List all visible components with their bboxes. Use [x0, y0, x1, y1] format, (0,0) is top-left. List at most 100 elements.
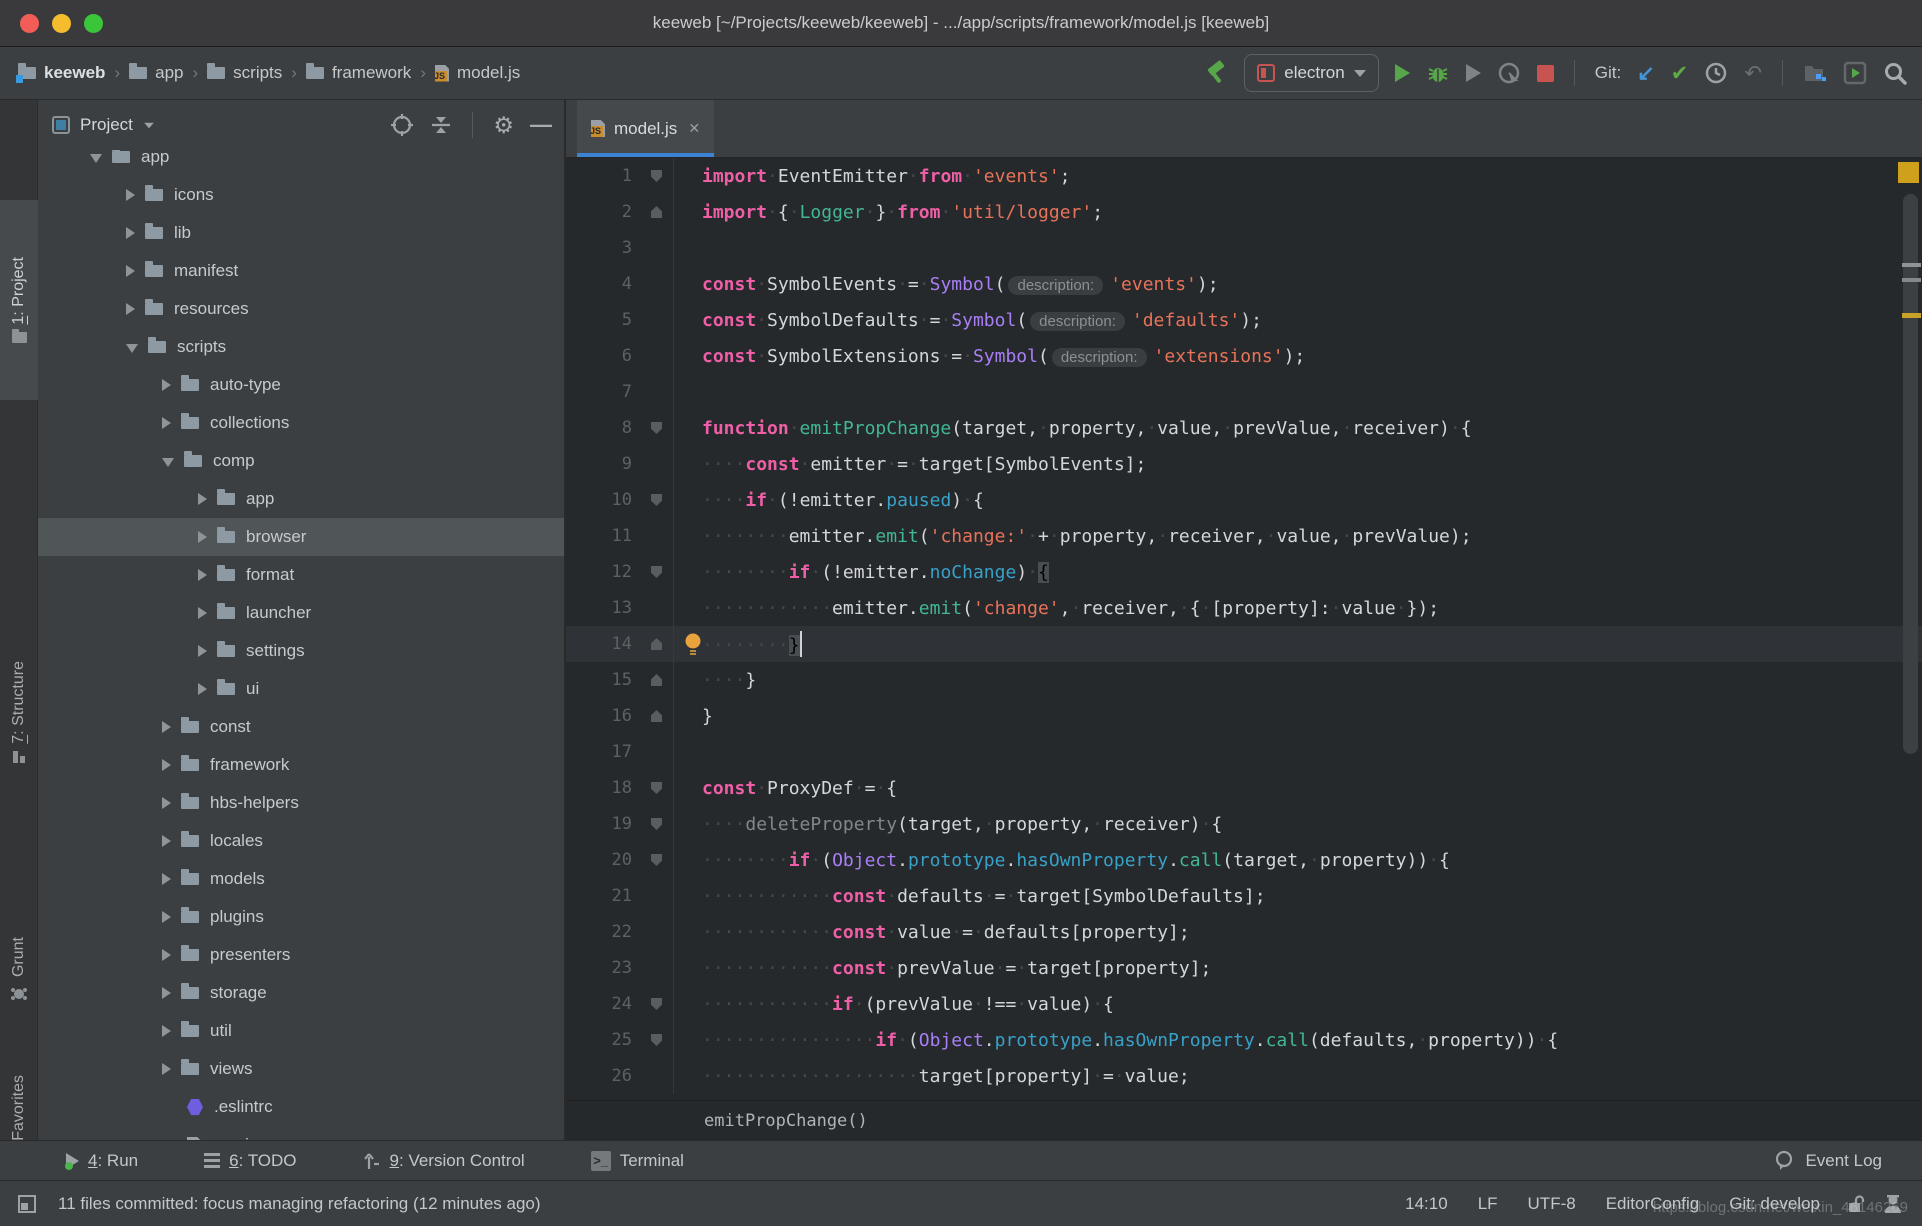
fold-marker-icon[interactable] [651, 566, 662, 578]
tree-expand-arrow-icon[interactable] [90, 153, 102, 163]
strip-button-structure[interactable]: 7: Structure [0, 612, 38, 812]
code-line-19[interactable]: 19 ····deleteProperty(target,·property,·r… [566, 806, 1922, 842]
status-item-editorconfig[interactable]: EditorConfig [1606, 1194, 1700, 1214]
tree-row-app.js[interactable]: app.js [38, 1126, 564, 1140]
intention-lightbulb-icon[interactable] [684, 633, 702, 656]
search-everywhere-icon[interactable] [1883, 61, 1908, 86]
gutter-fold-column[interactable] [640, 770, 674, 806]
event-log-label[interactable]: Event Log [1805, 1151, 1882, 1171]
run-button[interactable] [1394, 64, 1410, 82]
code-line-5[interactable]: 5 const·SymbolDefaults·=·Symbol(descripti… [566, 302, 1922, 338]
fold-marker-icon[interactable] [651, 1034, 662, 1046]
code-line-1[interactable]: 1 import·EventEmitter·from·'events'; [566, 158, 1922, 194]
code-line-15[interactable]: 15 ····} [566, 662, 1922, 698]
tree-expand-arrow-icon[interactable] [162, 457, 174, 467]
gutter-fold-column[interactable] [640, 842, 674, 878]
gutter-fold-column[interactable] [640, 410, 674, 446]
fold-marker-icon[interactable] [651, 422, 662, 434]
tree-expand-arrow-icon[interactable] [126, 303, 135, 315]
fold-marker-icon[interactable] [651, 818, 662, 830]
code-line-6[interactable]: 6 const·SymbolExtensions·=·Symbol(descrip… [566, 338, 1922, 374]
toolwindow-button-todo[interactable]: 6: TODO [204, 1151, 297, 1171]
strip-button-grunt[interactable]: Grunt [0, 895, 38, 1045]
tree-expand-arrow-icon[interactable] [162, 759, 171, 771]
code-line-11[interactable]: 11 ········emitter.emit('change:'·+·prope… [566, 518, 1922, 554]
rollback-icon[interactable]: ↶ [1744, 63, 1762, 84]
tree-row-app[interactable]: app [38, 480, 564, 518]
tree-row-storage[interactable]: storage [38, 974, 564, 1012]
hide-panel-minus-icon[interactable]: — [530, 112, 552, 138]
fold-marker-icon[interactable] [651, 782, 662, 794]
tree-row-hbs-helpers[interactable]: hbs-helpers [38, 784, 564, 822]
gutter-fold-column[interactable] [640, 194, 674, 230]
tree-expand-arrow-icon[interactable] [162, 835, 171, 847]
code-line-13[interactable]: 13 ············emitter.emit('change',·rec… [566, 590, 1922, 626]
tree-row-views[interactable]: views [38, 1050, 564, 1088]
tree-row-browser[interactable]: browser [38, 518, 564, 556]
tree-expand-arrow-icon[interactable] [162, 911, 171, 923]
run-anything-icon[interactable] [1843, 61, 1867, 85]
tree-expand-arrow-icon[interactable] [198, 493, 207, 505]
tree-expand-arrow-icon[interactable] [162, 379, 171, 391]
tree-row-settings[interactable]: settings [38, 632, 564, 670]
gutter-fold-column[interactable] [640, 1022, 674, 1058]
tree-row-manifest[interactable]: manifest [38, 252, 564, 290]
stripe-mark[interactable] [1902, 278, 1921, 282]
gutter-fold-column[interactable] [640, 482, 674, 518]
fold-marker-icon[interactable] [651, 494, 662, 506]
breadcrumb-item[interactable]: framework [305, 63, 411, 83]
stripe-warning-mark[interactable] [1902, 313, 1921, 318]
code-line-24[interactable]: 24 ············if·(prevValue·!==·value)·{ [566, 986, 1922, 1022]
run-with-coverage-icon[interactable] [1465, 64, 1481, 82]
tree-expand-arrow-icon[interactable] [126, 265, 135, 277]
gutter-fold-column[interactable] [640, 554, 674, 590]
tree-expand-arrow-icon[interactable] [126, 343, 138, 353]
breadcrumb-item[interactable]: scripts [207, 63, 282, 83]
code-line-18[interactable]: 18 const·ProxyDef·=·{ [566, 770, 1922, 806]
changed-files-icon[interactable] [1803, 62, 1827, 84]
fold-marker-icon[interactable] [651, 710, 662, 722]
tree-expand-arrow-icon[interactable] [162, 721, 171, 733]
unlock-icon[interactable] [1846, 1194, 1866, 1214]
tree-row-models[interactable]: models [38, 860, 564, 898]
tree-expand-arrow-icon[interactable] [162, 797, 171, 809]
tree-row-format[interactable]: format [38, 556, 564, 594]
code-line-2[interactable]: 2 import·{·Logger·}·from·'util/logger'; [566, 194, 1922, 230]
gutter-fold-column[interactable] [640, 626, 674, 662]
status-item-14[interactable]: 14:10 [1405, 1194, 1448, 1214]
tree-expand-arrow-icon[interactable] [198, 531, 207, 543]
tree-row-app[interactable]: app [38, 150, 564, 176]
tree-expand-arrow-icon[interactable] [198, 683, 207, 695]
code-line-12[interactable]: 12 ········if·(!emitter.noChange)·{ [566, 554, 1922, 590]
code-line-25[interactable]: 25 ················if·(Object.prototype.h… [566, 1022, 1922, 1058]
code-line-9[interactable]: 9 ····const·emitter·=·target[SymbolEvents… [566, 446, 1922, 482]
fold-marker-icon[interactable] [651, 170, 662, 182]
profiler-icon[interactable] [1497, 61, 1521, 85]
stop-button[interactable] [1536, 64, 1554, 82]
code-line-26[interactable]: 26 ····················target[property]·=… [566, 1058, 1922, 1094]
toolwindow-toggle-icon[interactable] [18, 1194, 36, 1213]
breadcrumb-item[interactable]: model.js [434, 63, 520, 83]
hector-inspector-icon[interactable] [1882, 1193, 1904, 1215]
code-line-17[interactable]: 17 [566, 734, 1922, 770]
gutter-fold-column[interactable] [640, 698, 674, 734]
tree-row-lib[interactable]: lib [38, 214, 564, 252]
vcs-commit-check-icon[interactable]: ✔ [1671, 63, 1689, 84]
code-line-22[interactable]: 22 ············const·value·=·defaults[pro… [566, 914, 1922, 950]
tree-row-const[interactable]: const [38, 708, 564, 746]
run-configuration-select[interactable]: electron [1244, 54, 1379, 92]
code-line-20[interactable]: 20 ········if·(Object.prototype.hasOwnPro… [566, 842, 1922, 878]
tree-row-collections[interactable]: collections [38, 404, 564, 442]
toolwindow-button-terminal[interactable]: >_ Terminal [590, 1150, 684, 1171]
tree-expand-arrow-icon[interactable] [162, 417, 171, 429]
tree-row-presenters[interactable]: presenters [38, 936, 564, 974]
tree-expand-arrow-icon[interactable] [162, 873, 171, 885]
code-line-7[interactable]: 7 [566, 374, 1922, 410]
breadcrumb-item[interactable]: app [129, 63, 183, 83]
current-function-breadcrumb[interactable]: emitPropChange() [704, 1111, 868, 1131]
gutter-fold-column[interactable] [640, 806, 674, 842]
tree-expand-arrow-icon[interactable] [162, 1063, 171, 1075]
tree-row-plugins[interactable]: plugins [38, 898, 564, 936]
inspection-status-square[interactable] [1898, 162, 1919, 183]
tree-expand-arrow-icon[interactable] [198, 607, 207, 619]
